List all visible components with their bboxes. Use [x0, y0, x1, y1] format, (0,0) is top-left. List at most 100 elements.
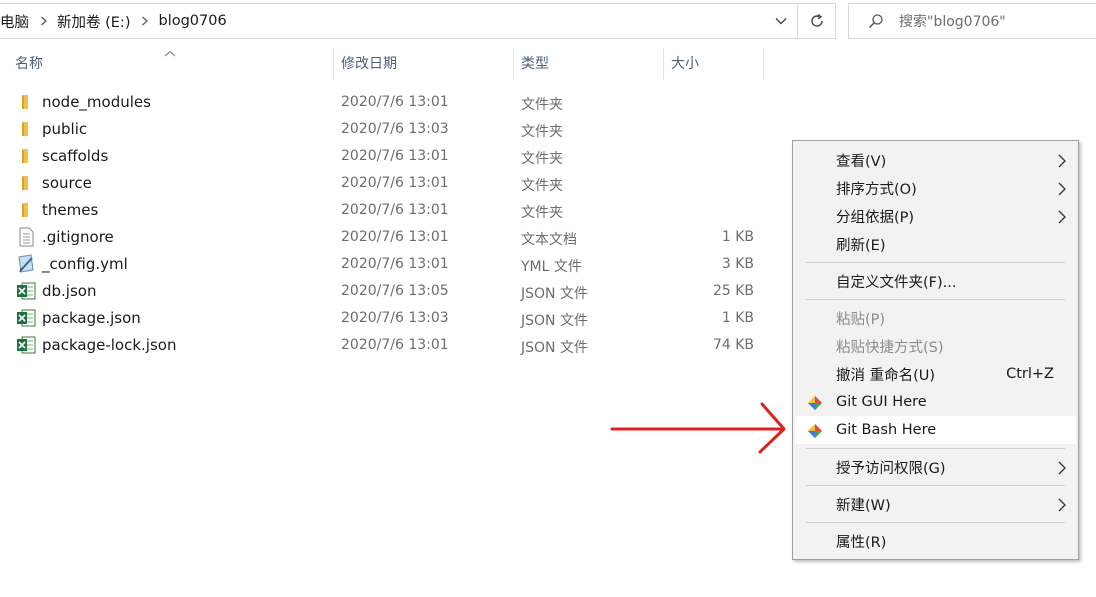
menu-item-label: 授予访问权限(G) [836, 460, 946, 477]
address-history-button[interactable] [763, 4, 797, 38]
chevron-right-icon [1058, 498, 1066, 516]
file-size: 74 KB [712, 337, 754, 353]
address-bar[interactable]: 电脑 新加卷 (E:) blog0706 [0, 3, 836, 39]
menu-item-undo-rename[interactable]: 撤消 重命名(U) Ctrl+Z [795, 360, 1076, 388]
file-date: 2020/7/6 13:01 [341, 337, 449, 353]
folder-icon [16, 200, 36, 220]
column-header-size-label: 大小 [671, 56, 699, 72]
column-divider[interactable] [763, 48, 764, 80]
menu-item-view[interactable]: 查看(V) [795, 146, 1076, 174]
file-type: 文件夹 [521, 151, 563, 167]
file-type: 文件夹 [521, 124, 563, 140]
file-size: 1 KB [721, 229, 754, 245]
column-header-type[interactable]: 类型 [521, 46, 663, 80]
menu-item-sort[interactable]: 排序方式(O) [795, 174, 1076, 202]
file-type: 文件夹 [521, 205, 563, 221]
menu-separator [806, 262, 1065, 263]
search-icon [861, 13, 891, 29]
menu-item-paste-shortcut: 粘贴快捷方式(S) [795, 332, 1076, 360]
file-name: .gitignore [42, 228, 114, 246]
refresh-button[interactable] [797, 4, 835, 38]
menu-item-shortcut: Ctrl+Z [1006, 366, 1054, 382]
column-divider[interactable] [333, 48, 334, 80]
menu-item-paste: 粘贴(P) [795, 304, 1076, 332]
folder-icon [16, 146, 36, 166]
file-type: JSON 文件 [521, 286, 588, 302]
chevron-right-icon [1058, 461, 1066, 479]
column-header-date[interactable]: 修改日期 [341, 46, 513, 80]
menu-item-label: 粘贴(P) [836, 311, 886, 328]
chevron-right-icon [1058, 210, 1066, 228]
file-row[interactable]: themes 2020/7/6 13:01 文件夹 [0, 196, 780, 223]
folder-icon [16, 92, 36, 112]
column-header-date-label: 修改日期 [341, 56, 397, 72]
file-name: package-lock.json [42, 336, 177, 354]
menu-item-label: Git Bash Here [836, 422, 937, 438]
file-date: 2020/7/6 13:03 [341, 121, 449, 137]
breadcrumb-computer[interactable]: 电脑 [0, 11, 35, 32]
menu-item-git-bash[interactable]: Git Bash Here [795, 416, 1076, 444]
file-date: 2020/7/6 13:01 [341, 256, 449, 272]
menu-item-refresh[interactable]: 刷新(E) [795, 230, 1076, 258]
menu-item-grant-access[interactable]: 授予访问权限(G) [795, 453, 1076, 481]
menu-separator [806, 485, 1065, 486]
file-type: YML 文件 [521, 259, 582, 275]
menu-item-properties[interactable]: 属性(R) [795, 527, 1076, 555]
file-date: 2020/7/6 13:05 [341, 283, 449, 299]
file-type: 文件夹 [521, 178, 563, 194]
file-row[interactable]: .gitignore 2020/7/6 13:01 文本文档 1 KB [0, 223, 780, 250]
file-row[interactable]: scaffolds 2020/7/6 13:01 文件夹 [0, 142, 780, 169]
excel-file-icon [16, 335, 36, 355]
menu-separator [806, 299, 1065, 300]
file-date: 2020/7/6 13:01 [341, 94, 449, 110]
chevron-right-icon[interactable] [39, 16, 49, 26]
chevron-right-icon[interactable] [140, 16, 150, 26]
menu-item-label: Git GUI Here [836, 394, 927, 410]
excel-file-icon [16, 308, 36, 328]
menu-item-git-gui[interactable]: Git GUI Here [795, 388, 1076, 416]
column-header-name[interactable]: 名称 [15, 46, 333, 80]
file-size: 3 KB [721, 256, 754, 272]
menu-item-label: 属性(R) [836, 534, 887, 551]
breadcrumb-drive[interactable]: 新加卷 (E:) [55, 11, 136, 32]
file-row[interactable]: package-lock.json 2020/7/6 13:01 JSON 文件 74… [0, 331, 780, 358]
menu-item-label: 排序方式(O) [836, 181, 917, 198]
column-divider[interactable] [513, 48, 514, 80]
file-size: 1 KB [721, 310, 754, 326]
column-divider[interactable] [663, 48, 664, 80]
file-name: package.json [42, 309, 141, 327]
file-name: public [42, 120, 88, 138]
file-date: 2020/7/6 13:03 [341, 310, 449, 326]
menu-item-label: 查看(V) [836, 153, 887, 170]
file-row[interactable]: _config.yml 2020/7/6 13:01 YML 文件 3 KB [0, 250, 780, 277]
text-file-icon [16, 227, 36, 247]
yml-file-icon [16, 254, 36, 274]
menu-item-new[interactable]: 新建(W) [795, 490, 1076, 518]
file-row[interactable]: source 2020/7/6 13:01 文件夹 [0, 169, 780, 196]
git-icon [806, 422, 824, 444]
git-icon [806, 394, 824, 416]
menu-separator [806, 522, 1065, 523]
menu-item-customize-folder[interactable]: 自定义文件夹(F)... [795, 267, 1076, 295]
chevron-right-icon [1058, 154, 1066, 172]
file-row[interactable]: public 2020/7/6 13:03 文件夹 [0, 115, 780, 142]
file-name: db.json [42, 282, 97, 300]
file-date: 2020/7/6 13:01 [341, 148, 449, 164]
file-row[interactable]: node_modules 2020/7/6 13:01 文件夹 [0, 88, 780, 115]
file-type: JSON 文件 [521, 340, 588, 356]
menu-separator [806, 448, 1065, 449]
menu-item-group[interactable]: 分组依据(P) [795, 202, 1076, 230]
column-header-size[interactable]: 大小 [671, 46, 763, 80]
menu-item-label: 撤消 重命名(U) [836, 367, 936, 384]
search-box[interactable]: 搜索"blog0706" [848, 3, 1096, 39]
file-name: source [42, 174, 92, 192]
menu-item-label: 新建(W) [836, 497, 891, 514]
chevron-right-icon [1058, 182, 1066, 200]
file-row[interactable]: package.json 2020/7/6 13:03 JSON 文件 1 KB [0, 304, 780, 331]
excel-file-icon [16, 281, 36, 301]
file-row[interactable]: db.json 2020/7/6 13:05 JSON 文件 25 KB [0, 277, 780, 304]
file-date: 2020/7/6 13:01 [341, 175, 449, 191]
breadcrumb-folder[interactable]: blog0706 [156, 13, 232, 29]
file-type: 文件夹 [521, 97, 563, 113]
file-size: 25 KB [712, 283, 754, 299]
